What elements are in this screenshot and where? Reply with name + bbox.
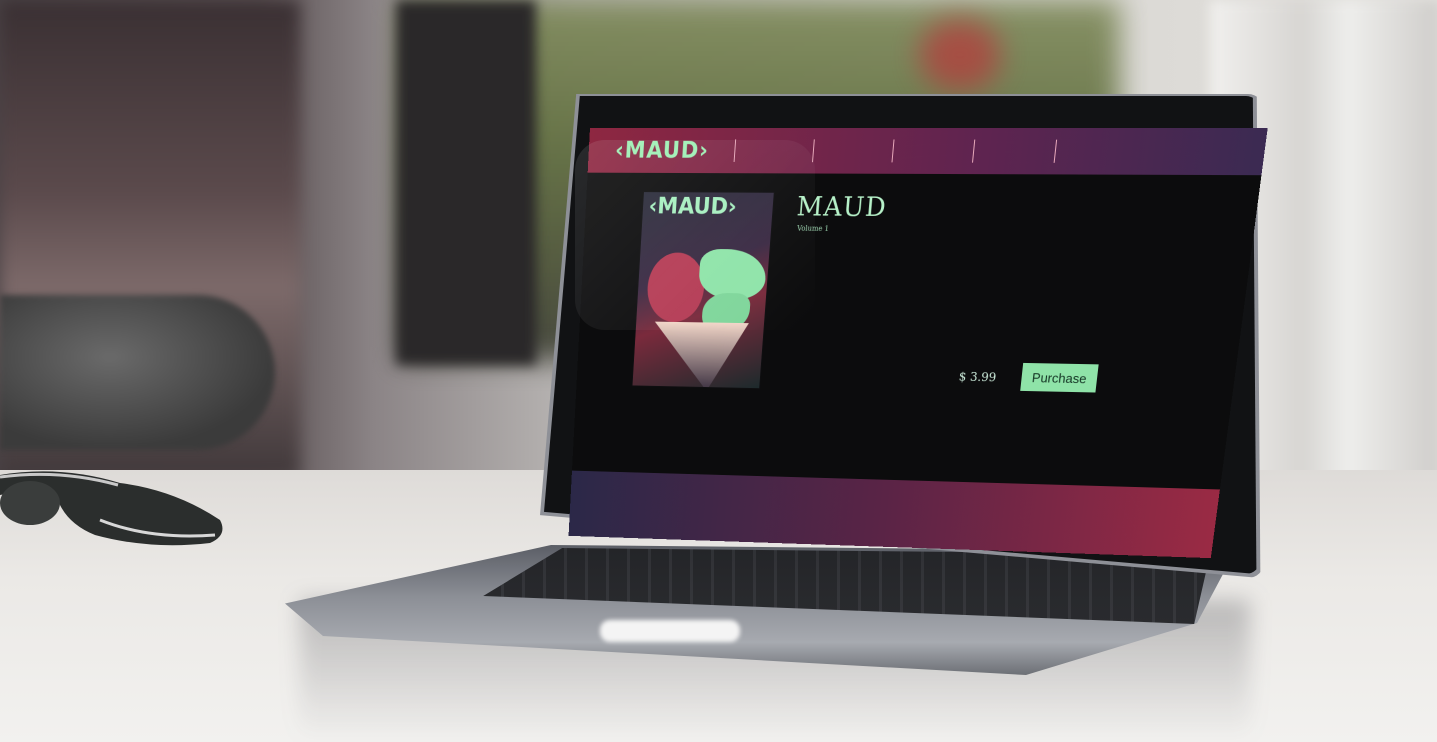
cover-art-shape <box>645 252 707 323</box>
nav-item-3[interactable] <box>891 139 975 163</box>
photo-scene: ‹MAUD› ‹MAUD› MAUD Volume 1 $ 3.99 Purch… <box>0 0 1437 742</box>
nav-item-2[interactable] <box>812 139 894 163</box>
background-red-object <box>920 20 1000 90</box>
background-cushion <box>0 295 275 450</box>
cover-logo: ‹MAUD› <box>648 194 738 220</box>
product-cover-image: ‹MAUD› <box>631 191 775 390</box>
sunglasses <box>0 471 223 546</box>
site-nav-bar: ‹MAUD› <box>587 128 1268 176</box>
product-subtitle: Volume 1 <box>796 224 830 233</box>
cover-art-shape <box>651 322 749 390</box>
laptop-screen-area: ‹MAUD› ‹MAUD› MAUD Volume 1 $ 3.99 Purch… <box>560 128 1268 568</box>
site-logo[interactable]: ‹MAUD› <box>588 138 735 164</box>
cover-art-shape <box>697 248 768 300</box>
product-title: MAUD <box>795 191 889 224</box>
nav-item-4[interactable] <box>972 139 1058 163</box>
laptop-hinge-highlight <box>600 620 740 642</box>
site-footer <box>568 470 1220 559</box>
window-frame <box>396 0 536 365</box>
nav-item-1[interactable] <box>733 139 814 163</box>
purchase-button[interactable]: Purchase <box>1020 362 1099 393</box>
product-price: $ 3.99 <box>958 369 997 385</box>
laptop-screen: ‹MAUD› ‹MAUD› MAUD Volume 1 $ 3.99 Purch… <box>568 128 1268 559</box>
